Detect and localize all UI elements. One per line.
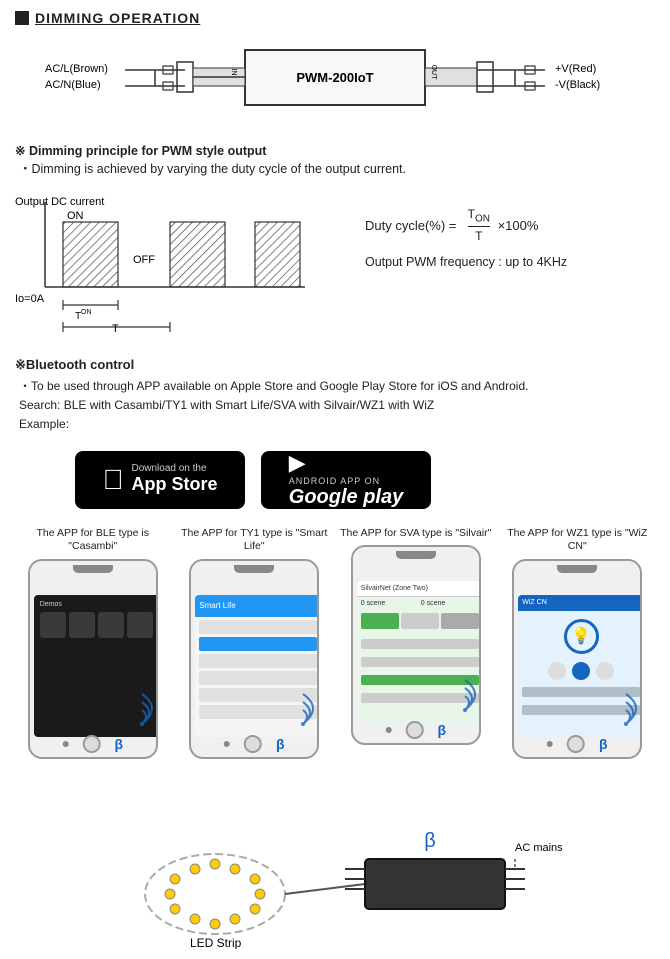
phone-label-casambi: The APP for BLE type is "Casambi" xyxy=(15,527,171,554)
google-play-text-group: ANDROID APP ON Google play xyxy=(289,476,403,509)
svg-text:PWM-200IoT: PWM-200IoT xyxy=(296,70,373,85)
dimming-note-body: ・Dimming is achieved by varying the duty… xyxy=(19,158,655,177)
google-play-inner: ▶ ANDROID APP ON Google play xyxy=(289,450,403,509)
svg-text:-V(Black): -V(Black) xyxy=(555,79,600,91)
duty-cycle-formula: Duty cycle(%) = TON T ×100% xyxy=(365,207,655,243)
phone-notch-wiz xyxy=(557,565,597,573)
svg-text:IN: IN xyxy=(230,69,237,76)
app-store-small-text: Download on the xyxy=(131,463,217,474)
pwm-svg: Output DC current ON OFF Io=0A T xyxy=(15,187,325,332)
app-store-inner:  Download on the App Store xyxy=(102,463,217,496)
bottom-diagram: LED Strip β AC mains xyxy=(15,779,655,949)
formula-denominator: T xyxy=(475,227,482,243)
svg-text:Output DC current: Output DC current xyxy=(15,196,104,208)
phone-col-casambi: The APP for BLE type is "Casambi" Demos xyxy=(15,527,171,759)
phone-label-smart-life: The APP for TY1 type is "Smart Life" xyxy=(177,527,333,554)
bt-title: ※Bluetooth control xyxy=(15,357,655,373)
svg-text:ON: ON xyxy=(81,309,92,316)
phone-wrapper-wiz: WiZ CN 💡 β xyxy=(512,559,642,759)
formula-prefix: Duty cycle(%) = xyxy=(365,218,464,233)
phone-wrapper-casambi: Demos β xyxy=(28,559,158,759)
pwm-frequency-text: Output PWM frequency : up to 4KHz xyxy=(365,255,655,269)
google-play-icon: ▶ xyxy=(289,450,306,475)
dimming-note: ※ Dimming principle for PWM style output… xyxy=(15,143,655,177)
phone-notch-smart-life xyxy=(234,565,274,573)
bt-icon-wiz: β xyxy=(599,736,608,752)
svg-text:OUT: OUT xyxy=(430,65,437,81)
phone-col-wiz: The APP for WZ1 type is "WiZ CN" WiZ CN … xyxy=(500,527,656,759)
phone-top-casambi xyxy=(30,561,156,577)
bluetooth-section: ※Bluetooth control ・To be used through A… xyxy=(15,357,655,435)
bottom-svg: LED Strip β AC mains xyxy=(85,779,585,949)
pwm-diagram: Output DC current ON OFF Io=0A T xyxy=(15,187,335,335)
bt-icon-silvair: β xyxy=(437,722,446,738)
phone-notch-casambi xyxy=(73,565,113,573)
bt-note-line2: Search: BLE with Casambi/TY1 with Smart … xyxy=(19,396,655,415)
bt-note-line1: ・To be used through APP available on App… xyxy=(19,377,655,396)
formula-numerator: TON xyxy=(468,207,490,227)
phone-col-silvair: The APP for SVA type is "Silvair" Silvai… xyxy=(338,527,494,759)
svg-text:T: T xyxy=(112,323,119,332)
phone-home-casambi xyxy=(82,735,100,753)
phone-col-smart-life: The APP for TY1 type is "Smart Life" Sma… xyxy=(177,527,333,759)
apple-icon:  xyxy=(102,466,123,494)
bt-icon-casambi: β xyxy=(114,736,123,752)
phone-home-silvair xyxy=(405,721,423,739)
svg-text:OFF: OFF xyxy=(133,254,155,266)
app-store-text-group: Download on the App Store xyxy=(131,463,217,496)
phone-top-smart-life xyxy=(191,561,317,577)
svg-text:LED Strip: LED Strip xyxy=(190,936,242,949)
wifi-waves-silvair xyxy=(457,674,489,720)
wifi-waves-wiz xyxy=(618,688,650,734)
formula-multiplier: ×100% xyxy=(494,218,538,233)
phone-notch-silvair xyxy=(396,551,436,559)
wifi-waves-casambi xyxy=(134,688,166,734)
svg-text:AC/L(Brown): AC/L(Brown) xyxy=(45,63,108,75)
wiring-diagram: AC/L(Brown) AC/N(Blue) PWM-200IoT +V(Red… xyxy=(15,40,655,125)
section-header: DIMMING OPERATION xyxy=(15,10,655,26)
phone-home-wiz xyxy=(567,735,585,753)
store-buttons:  Download on the App Store ▶ ANDROID AP… xyxy=(75,451,655,509)
section-title: DIMMING OPERATION xyxy=(35,10,200,26)
pwm-formula: Duty cycle(%) = TON T ×100% Output PWM f… xyxy=(335,187,655,269)
phone-label-wiz: The APP for WZ1 type is "WiZ CN" xyxy=(500,527,656,554)
phone-home-smart-life xyxy=(244,735,262,753)
wifi-waves-smart-life xyxy=(295,688,327,734)
bt-icon-smart-life: β xyxy=(276,736,285,752)
phone-label-silvair: The APP for SVA type is "Silvair" xyxy=(340,527,491,541)
svg-text:β: β xyxy=(424,830,436,852)
svg-text:AC mains: AC mains xyxy=(515,842,563,854)
wiring-svg: AC/L(Brown) AC/N(Blue) PWM-200IoT +V(Red… xyxy=(25,40,645,125)
svg-text:+V(Red): +V(Red) xyxy=(555,63,596,75)
header-box-icon xyxy=(15,11,29,25)
svg-text:ON: ON xyxy=(67,210,84,222)
phone-wrapper-silvair: SilvairNet (Zone Two) 0 scene 0 scene xyxy=(351,545,481,745)
svg-text:AC/N(Blue): AC/N(Blue) xyxy=(45,79,101,91)
phone-top-wiz xyxy=(514,561,640,577)
pwm-section: Output DC current ON OFF Io=0A T xyxy=(15,187,655,335)
phone-top-silvair xyxy=(353,547,479,563)
app-store-button[interactable]:  Download on the App Store xyxy=(75,451,245,509)
formula-fraction: TON T xyxy=(468,207,490,243)
google-play-large-text: Google play xyxy=(289,486,403,509)
dimming-note-title: ※ Dimming principle for PWM style output xyxy=(15,143,655,158)
phones-section: The APP for BLE type is "Casambi" Demos xyxy=(15,527,655,759)
phone-wrapper-smart-life: Smart Life β xyxy=(189,559,319,759)
bt-note-line3: Example: xyxy=(19,415,655,434)
svg-text:Io=0A: Io=0A xyxy=(15,293,45,305)
google-play-small-text: ANDROID APP ON xyxy=(289,476,403,486)
app-store-large-text: App Store xyxy=(131,474,217,496)
google-play-button[interactable]: ▶ ANDROID APP ON Google play xyxy=(261,451,431,509)
